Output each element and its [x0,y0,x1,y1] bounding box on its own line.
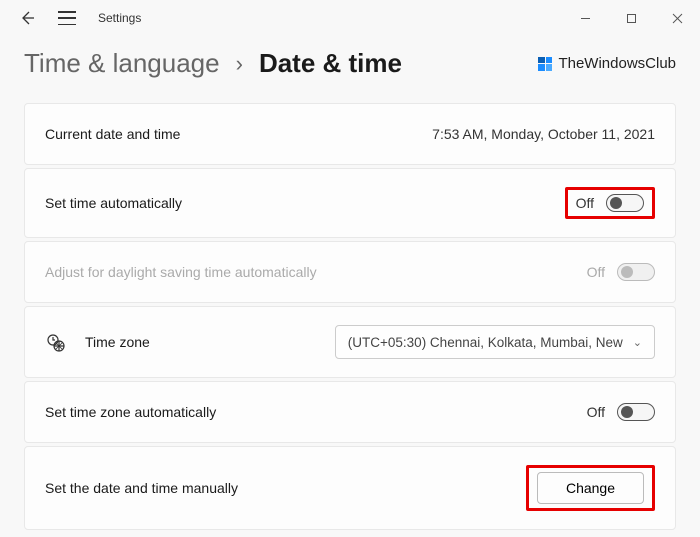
row-timezone: Time zone (UTC+05:30) Chennai, Kolkata, … [24,306,676,378]
set-manually-label: Set the date and time manually [45,480,238,496]
highlight-box: Off [565,187,655,219]
row-dst-auto: Adjust for daylight saving time automati… [24,241,676,303]
set-time-auto-label: Set time automatically [45,195,182,211]
set-tz-auto-label: Set time zone automatically [45,404,216,420]
timezone-value: (UTC+05:30) Chennai, Kolkata, Mumbai, Ne… [348,335,623,350]
page-title: Date & time [259,48,402,79]
change-button[interactable]: Change [537,472,644,504]
breadcrumb: Time & language › Date & time [24,48,402,79]
chevron-right-icon: › [236,51,243,77]
app-title: Settings [98,11,141,25]
set-time-auto-toggle[interactable] [606,194,644,212]
timezone-select[interactable]: (UTC+05:30) Chennai, Kolkata, Mumbai, Ne… [335,325,655,359]
brand-logo: TheWindowsClub [538,55,676,72]
globe-clock-icon [45,332,65,352]
set-tz-auto-state: Off [587,404,605,420]
set-tz-auto-toggle[interactable] [617,403,655,421]
windows-icon [538,57,552,71]
row-current-datetime: Current date and time 7:53 AM, Monday, O… [24,103,676,165]
back-button[interactable] [18,9,36,27]
current-datetime-value: 7:53 AM, Monday, October 11, 2021 [432,126,655,142]
dst-auto-label: Adjust for daylight saving time automati… [45,264,317,280]
menu-icon[interactable] [58,11,76,25]
row-set-timezone-automatically[interactable]: Set time zone automatically Off [24,381,676,443]
brand-name: TheWindowsClub [558,55,676,72]
titlebar: Settings [0,0,700,36]
chevron-down-icon: ⌄ [633,336,642,349]
dst-auto-state: Off [587,264,605,280]
row-set-manually: Set the date and time manually Change [24,446,676,530]
current-datetime-label: Current date and time [45,126,180,142]
timezone-label: Time zone [85,334,150,350]
dst-auto-toggle [617,263,655,281]
set-time-auto-state: Off [576,195,594,211]
row-set-time-automatically[interactable]: Set time automatically Off [24,168,676,238]
maximize-button[interactable] [608,2,654,34]
highlight-box: Change [526,465,655,511]
breadcrumb-parent[interactable]: Time & language [24,48,220,79]
close-button[interactable] [654,2,700,34]
minimize-button[interactable] [562,2,608,34]
